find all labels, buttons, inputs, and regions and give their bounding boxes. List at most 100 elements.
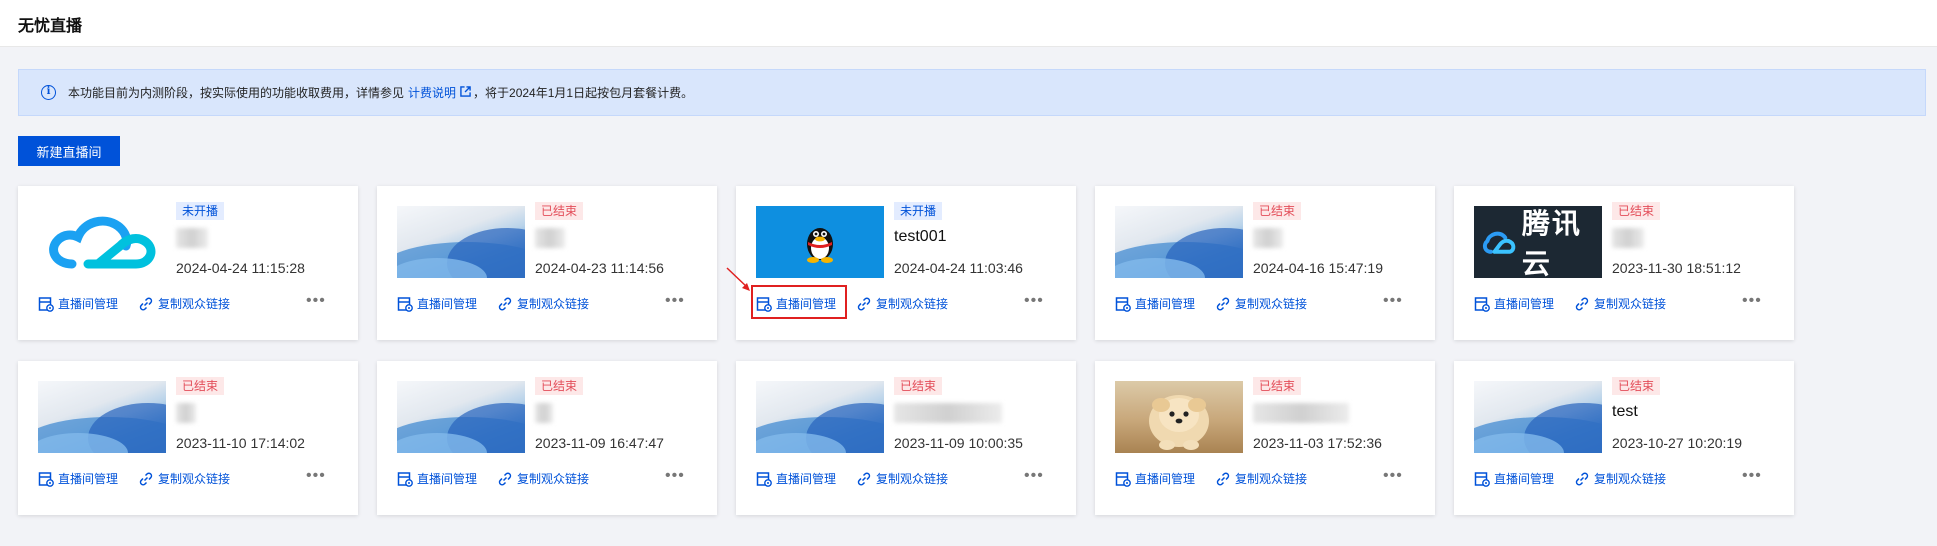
live-room-manage-button[interactable]: 直播间管理: [397, 470, 477, 487]
room-time: 2023-11-09 16:47:47: [535, 435, 664, 451]
live-room-manage-icon: [1474, 471, 1490, 487]
copy-link-label: 复制观众链接: [876, 297, 949, 311]
copy-link-label: 复制观众链接: [1235, 472, 1308, 486]
live-room-card[interactable]: 已结束 2023-11-09 10:00:35 直播间管理 复制观众链接 •••: [736, 361, 1076, 515]
live-room-manage-icon: [397, 471, 413, 487]
copy-viewer-link-button[interactable]: 复制观众链接: [1574, 470, 1666, 487]
manage-label: 直播间管理: [58, 297, 119, 311]
status-badge: 已结束: [176, 377, 225, 395]
cloud-logo-thumbnail: [38, 206, 166, 278]
live-room-manage-icon: [38, 471, 54, 487]
thumbnail-image: [397, 206, 525, 278]
billing-link[interactable]: 计费说明: [408, 84, 456, 101]
room-time: 2024-04-16 15:47:19: [1253, 260, 1383, 276]
room-time: 2024-04-24 11:15:28: [176, 260, 305, 276]
notice-text-tail: ，将于2024年1月1日起按包月套餐计费。: [473, 86, 694, 100]
link-icon: [139, 472, 153, 485]
manage-label: 直播间管理: [1135, 297, 1196, 311]
link-icon: [1216, 472, 1230, 485]
live-room-manage-button[interactable]: 直播间管理: [1474, 470, 1554, 487]
external-link-icon[interactable]: [460, 85, 471, 100]
room-name: test001: [894, 228, 947, 245]
more-icon[interactable]: •••: [306, 292, 326, 310]
copy-viewer-link-button[interactable]: 复制观众链接: [138, 470, 230, 487]
manage-label: 直播间管理: [776, 472, 837, 486]
live-room-manage-button[interactable]: 直播间管理: [38, 295, 118, 312]
room-name-blurred: [894, 403, 1002, 423]
live-room-card[interactable]: 已结束 test 2023-10-27 10:20:19 直播间管理 复制观众链接 •••: [1454, 361, 1794, 515]
copy-link-label: 复制观众链接: [1235, 297, 1308, 311]
room-time: 2024-04-24 11:03:46: [894, 260, 1023, 276]
room-time: 2023-11-09 10:00:35: [894, 435, 1023, 451]
more-icon[interactable]: •••: [1742, 467, 1762, 485]
live-room-card[interactable]: 已结束 2023-11-03 17:52:36 直播间管理 复制观众链接 •••: [1095, 361, 1435, 515]
more-icon[interactable]: •••: [665, 467, 685, 485]
room-name-blurred: [176, 403, 196, 423]
live-room-card[interactable]: 未开播 2024-04-24 11:15:28 直播间管理 复制观众链接 •••: [18, 186, 358, 340]
manage-label: 直播间管理: [1494, 472, 1555, 486]
live-room-manage-button[interactable]: 直播间管理: [38, 470, 118, 487]
more-icon[interactable]: •••: [1742, 292, 1762, 310]
info-notice-banner: i 本功能目前为内测阶段，按实际使用的功能收取费用，详情参见 计费说明 ，将于2…: [18, 69, 1926, 116]
copy-viewer-link-button[interactable]: 复制观众链接: [497, 470, 589, 487]
room-name-blurred: [535, 228, 565, 248]
live-room-card[interactable]: 已结束 2023-11-10 17:14:02 直播间管理 复制观众链接 •••: [18, 361, 358, 515]
more-icon[interactable]: •••: [306, 467, 326, 485]
qq-penguin-thumbnail: [756, 206, 884, 278]
manage-label: 直播间管理: [417, 472, 478, 486]
copy-viewer-link-button[interactable]: 复制观众链接: [856, 470, 948, 487]
copy-link-label: 复制观众链接: [1594, 297, 1667, 311]
room-time: 2023-11-03 17:52:36: [1253, 435, 1382, 451]
copy-link-label: 复制观众链接: [158, 297, 231, 311]
copy-viewer-link-button[interactable]: 复制观众链接: [138, 295, 230, 312]
live-room-manage-icon: [38, 296, 54, 312]
room-name-blurred: [1253, 228, 1283, 248]
live-room-manage-button[interactable]: 直播间管理: [1115, 295, 1195, 312]
manage-label: 直播间管理: [417, 297, 478, 311]
copy-link-label: 复制观众链接: [517, 472, 590, 486]
new-live-room-button[interactable]: 新建直播间: [18, 136, 120, 166]
more-icon[interactable]: •••: [665, 292, 685, 310]
live-room-manage-button[interactable]: 直播间管理: [756, 470, 836, 487]
live-room-manage-icon: [397, 296, 413, 312]
status-badge: 已结束: [1612, 202, 1661, 220]
live-room-manage-icon: [1474, 296, 1490, 312]
copy-viewer-link-button[interactable]: 复制观众链接: [1215, 295, 1307, 312]
highlight-box: [751, 285, 847, 319]
copy-link-label: 复制观众链接: [158, 472, 231, 486]
link-icon: [498, 472, 512, 485]
thumbnail-image: [1115, 206, 1243, 278]
more-icon[interactable]: •••: [1383, 292, 1403, 310]
notice-text: 本功能目前为内测阶段，按实际使用的功能收取费用，详情参见: [68, 86, 405, 100]
link-icon: [857, 297, 871, 310]
room-time: 2024-04-23 11:14:56: [535, 260, 664, 276]
live-room-manage-icon: [1115, 296, 1131, 312]
copy-link-label: 复制观众链接: [1594, 472, 1667, 486]
copy-viewer-link-button[interactable]: 复制观众链接: [1574, 295, 1666, 312]
room-name-blurred: [535, 403, 553, 423]
copy-viewer-link-button[interactable]: 复制观众链接: [1215, 470, 1307, 487]
status-badge: 已结束: [1612, 377, 1661, 395]
link-icon: [498, 297, 512, 310]
manage-label: 直播间管理: [1494, 297, 1555, 311]
thumbnail-image: [756, 381, 884, 453]
live-room-card[interactable]: 已结束 2024-04-23 11:14:56 直播间管理 复制观众链接 •••: [377, 186, 717, 340]
more-icon[interactable]: •••: [1383, 467, 1403, 485]
manage-label: 直播间管理: [58, 472, 119, 486]
info-icon: i: [41, 85, 56, 100]
link-icon: [139, 297, 153, 310]
live-room-card[interactable]: 腾讯云 已结束 2023-11-30 18:51:12 直播间管理 复制观众链接 •••: [1454, 186, 1794, 340]
live-room-card[interactable]: 已结束 2023-11-09 16:47:47 直播间管理 复制观众链接 •••: [377, 361, 717, 515]
live-room-card[interactable]: 已结束 2024-04-16 15:47:19 直播间管理 复制观众链接 •••: [1095, 186, 1435, 340]
copy-link-label: 复制观众链接: [876, 472, 949, 486]
live-room-manage-button[interactable]: 直播间管理: [1115, 470, 1195, 487]
copy-viewer-link-button[interactable]: 复制观众链接: [497, 295, 589, 312]
tencent-cloud-thumbnail: 腾讯云: [1474, 206, 1602, 278]
live-room-manage-button[interactable]: 直播间管理: [397, 295, 477, 312]
more-icon[interactable]: •••: [1024, 467, 1044, 485]
live-room-manage-button[interactable]: 直播间管理: [1474, 295, 1554, 312]
more-icon[interactable]: •••: [1024, 292, 1044, 310]
copy-viewer-link-button[interactable]: 复制观众链接: [856, 295, 948, 312]
live-room-manage-icon: [1115, 471, 1131, 487]
room-time: 2023-11-10 17:14:02: [176, 435, 305, 451]
